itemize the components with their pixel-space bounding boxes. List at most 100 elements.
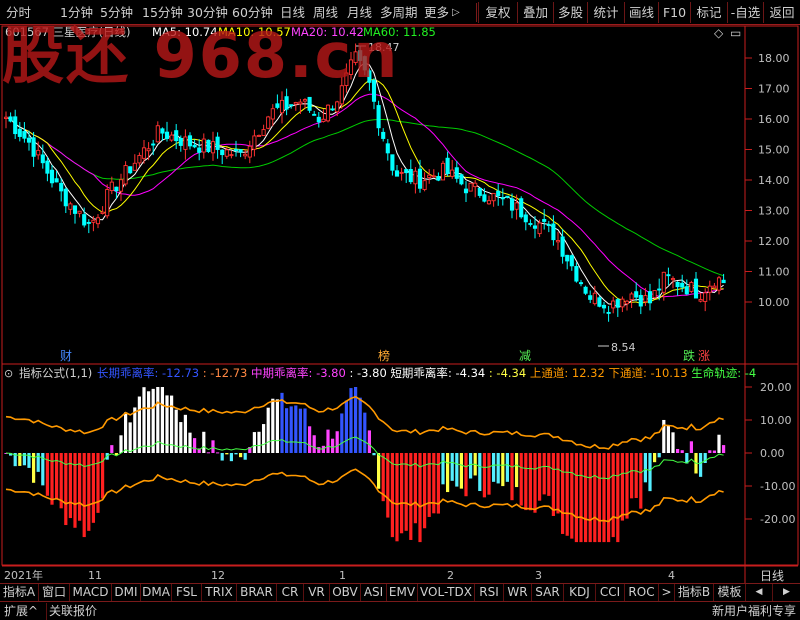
indicator-bar bbox=[459, 453, 463, 489]
indicator-tick-label: 20.00 bbox=[760, 381, 792, 394]
indicator-bar bbox=[712, 450, 716, 453]
short-bias-value: -4.34 bbox=[455, 366, 485, 380]
tab-rsi[interactable]: RSI bbox=[475, 584, 504, 601]
indicator-bar bbox=[501, 453, 505, 487]
tab-wr[interactable]: WR bbox=[504, 584, 532, 601]
candle-body bbox=[151, 143, 156, 146]
low-price-label: 8.54 bbox=[611, 341, 636, 354]
indicator-bar bbox=[676, 448, 680, 453]
remove-watchlist-button[interactable]: -自选 bbox=[727, 2, 763, 23]
tab-vol-tdx[interactable]: VOL-TDX bbox=[418, 584, 475, 601]
tab-window[interactable]: 窗口 bbox=[39, 584, 70, 601]
tab-sar[interactable]: SAR bbox=[532, 584, 564, 601]
overlay-button[interactable]: 叠加 bbox=[517, 2, 553, 23]
long-bias-label: 长期乖离率 bbox=[97, 366, 155, 380]
indicator-axis: 20.00 10.00 0.00 -10.00 -20.00 bbox=[745, 381, 795, 526]
event-reduction[interactable]: 减 bbox=[519, 349, 531, 363]
indicator-bar bbox=[657, 453, 661, 458]
tab-dma[interactable]: DMA bbox=[141, 584, 172, 601]
event-rise[interactable]: 涨 bbox=[698, 348, 710, 363]
candle-body bbox=[468, 182, 473, 192]
candle-body bbox=[183, 136, 188, 150]
tab-brar[interactable]: BRAR bbox=[237, 584, 277, 601]
indicator-bar bbox=[593, 453, 597, 543]
candle-body bbox=[160, 128, 165, 134]
period-daily[interactable]: 日线 bbox=[280, 3, 305, 22]
candle-body bbox=[8, 116, 13, 122]
period-60min[interactable]: 60分钟 bbox=[232, 3, 273, 22]
indicator-bar bbox=[234, 453, 238, 455]
tab-cci[interactable]: CCI bbox=[596, 584, 625, 601]
tabs-more-button[interactable]: > bbox=[659, 584, 675, 601]
candle-body bbox=[330, 108, 335, 111]
related-quote-button[interactable]: 关联报价 bbox=[46, 603, 97, 620]
event-ranking-list[interactable]: 榜 bbox=[378, 348, 390, 363]
indicator-bar bbox=[183, 414, 187, 453]
indicator-bar bbox=[312, 435, 316, 453]
candle-body bbox=[546, 224, 551, 227]
tab-indicator-a[interactable]: 指标A bbox=[0, 584, 39, 601]
tab-kdj[interactable]: KDJ bbox=[564, 584, 596, 601]
candle-body bbox=[551, 223, 556, 241]
indicator-bar bbox=[142, 387, 146, 453]
tab-roc[interactable]: ROC bbox=[625, 584, 659, 601]
back-button[interactable]: 返回 bbox=[763, 2, 800, 23]
tab-asi[interactable]: ASI bbox=[361, 584, 387, 601]
period-monthly[interactable]: 月线 bbox=[347, 3, 372, 22]
period-more[interactable]: 更多 bbox=[424, 3, 449, 22]
indicator-bar bbox=[616, 453, 620, 543]
candle-body bbox=[404, 169, 409, 174]
period-multi[interactable]: 多周期 bbox=[380, 3, 418, 22]
event-fall[interactable]: 跌 bbox=[683, 348, 695, 363]
indicator-bar bbox=[239, 453, 243, 458]
tab-cr[interactable]: CR bbox=[277, 584, 304, 601]
period-5min[interactable]: 5分钟 bbox=[100, 3, 133, 22]
period-30min[interactable]: 30分钟 bbox=[187, 3, 228, 22]
tab-obv[interactable]: OBV bbox=[330, 584, 361, 601]
tab-trix[interactable]: TRIX bbox=[202, 584, 237, 601]
candle-body bbox=[82, 214, 87, 226]
period-label[interactable]: 日线 bbox=[760, 569, 784, 583]
indicator-toggle-icon[interactable]: ⊙ bbox=[4, 367, 13, 380]
adjust-button[interactable]: 复权 bbox=[478, 2, 517, 23]
period-1min[interactable]: 1分钟 bbox=[60, 3, 93, 22]
mark-button[interactable]: 标记 bbox=[690, 2, 727, 23]
tab-dmi[interactable]: DMI bbox=[112, 584, 141, 601]
candle-body bbox=[408, 169, 413, 183]
more-arrow-icon[interactable]: ▷ bbox=[452, 3, 460, 22]
indicator-bar bbox=[533, 453, 537, 513]
indicator-bar bbox=[570, 453, 574, 539]
indicator-bar bbox=[390, 453, 394, 538]
scroll-left-icon[interactable]: ◀ bbox=[746, 584, 773, 601]
tab-indicator-b[interactable]: 指标B bbox=[675, 584, 714, 601]
tab-template[interactable]: 模板 bbox=[714, 584, 746, 601]
indicator-bar bbox=[634, 453, 638, 498]
expand-button[interactable]: 扩展^ bbox=[4, 603, 38, 620]
indicator-bar bbox=[128, 422, 132, 453]
candle-body bbox=[371, 79, 377, 102]
period-weekly[interactable]: 周线 bbox=[313, 3, 338, 22]
diamond-icon[interactable]: ◇ bbox=[714, 26, 724, 40]
candle-body bbox=[486, 200, 492, 205]
indicator-name[interactable]: 指标公式(1,1) bbox=[19, 366, 92, 380]
statistics-button[interactable]: 统计 bbox=[587, 2, 624, 23]
tab-emv[interactable]: EMV bbox=[387, 584, 418, 601]
draw-button[interactable]: 画线 bbox=[624, 2, 658, 23]
period-15min[interactable]: 15分钟 bbox=[142, 3, 183, 22]
period-intraday[interactable]: 分时 bbox=[6, 3, 31, 22]
new-user-promo[interactable]: 新用户福利专享 bbox=[712, 603, 796, 620]
tab-vr[interactable]: VR bbox=[304, 584, 330, 601]
time-label-11: 11 bbox=[88, 569, 102, 582]
toolbar: 分时 1分钟 5分钟 15分钟 30分钟 60分钟 日线 周线 月线 多周期 更… bbox=[0, 0, 800, 25]
event-financial-report[interactable]: 财 bbox=[60, 349, 72, 363]
tab-macd[interactable]: MACD bbox=[70, 584, 112, 601]
candle-body bbox=[716, 277, 722, 291]
candle-body bbox=[201, 138, 206, 153]
candle-body bbox=[514, 202, 519, 210]
multi-stock-button[interactable]: 多股 bbox=[553, 2, 587, 23]
tab-fsl[interactable]: FSL bbox=[172, 584, 202, 601]
f10-button[interactable]: F10 bbox=[658, 2, 690, 23]
window-toggle-icon[interactable]: ▭ bbox=[730, 26, 741, 40]
scroll-right-icon[interactable]: ▶ bbox=[773, 584, 800, 601]
time-label-1: 1 bbox=[339, 569, 346, 582]
